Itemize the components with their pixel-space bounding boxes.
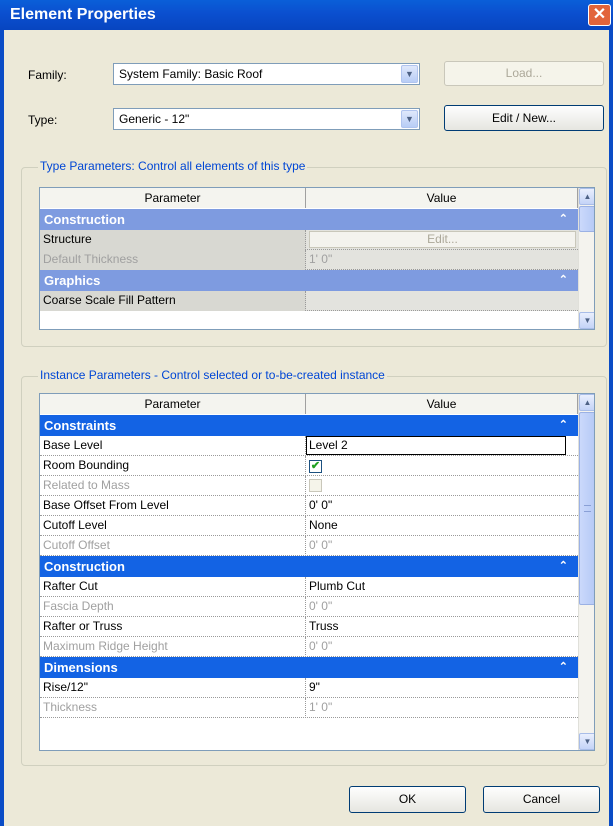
value-rafter-cut[interactable]: Plumb Cut (306, 577, 578, 597)
family-dropdown[interactable]: System Family: Basic Roof ▼ (113, 63, 420, 85)
room-bounding-checkbox[interactable]: ✔ (309, 460, 322, 473)
instance-grid-header: Parameter Value (40, 394, 578, 414)
value-rafter-or-truss[interactable]: Truss (306, 617, 578, 637)
type-parameters-grid: Parameter Value Construction ⌃ Structure… (39, 187, 595, 330)
table-row[interactable]: Cutoff Level None (40, 516, 578, 536)
related-to-mass-checkbox (309, 479, 322, 492)
type-grid-scrollbar[interactable]: ▲ ▼ (578, 188, 594, 329)
value-cutoff-level[interactable]: None (306, 516, 578, 536)
param-rise: Rise/12" (40, 678, 306, 698)
column-header-value[interactable]: Value (306, 394, 578, 414)
table-row[interactable]: Room Bounding ✔ (40, 456, 578, 476)
table-row[interactable]: Cutoff Offset 0' 0" (40, 536, 578, 556)
family-value: System Family: Basic Roof (119, 67, 263, 81)
column-header-parameter[interactable]: Parameter (40, 188, 306, 208)
param-rafter-cut: Rafter Cut (40, 577, 306, 597)
chevron-double-up-icon[interactable]: ⌃ (559, 270, 568, 291)
param-base-offset-from-level: Base Offset From Level (40, 496, 306, 516)
base-level-input[interactable]: Level 2 (306, 436, 566, 455)
column-header-parameter[interactable]: Parameter (40, 394, 306, 414)
edit-new-button[interactable]: Edit / New... (444, 105, 604, 131)
window-title: Element Properties (10, 6, 156, 23)
load-button[interactable]: Load... (444, 61, 604, 86)
scroll-thumb[interactable] (579, 206, 594, 232)
chevron-double-up-icon[interactable]: ⌃ (559, 657, 568, 678)
value-base-offset-from-level[interactable]: 0' 0" (306, 496, 578, 516)
column-header-value[interactable]: Value (306, 188, 578, 208)
chevron-double-up-icon[interactable]: ⌃ (559, 209, 568, 230)
param-thickness: Thickness (40, 698, 306, 718)
value-default-thickness: 1' 0" (309, 252, 333, 266)
scroll-down-icon[interactable]: ▼ (579, 312, 594, 329)
table-row[interactable]: Rafter Cut Plumb Cut (40, 577, 578, 597)
table-row[interactable]: Default Thickness 1' 0" (40, 250, 578, 270)
table-row[interactable]: Maximum Ridge Height 0' 0" (40, 637, 578, 657)
structure-edit-button[interactable]: Edit... (309, 231, 576, 248)
scroll-up-icon[interactable]: ▲ (579, 394, 594, 411)
instance-parameters-title: Instance Parameters - Control selected o… (38, 368, 387, 382)
chevron-down-icon[interactable]: ▼ (401, 65, 418, 83)
cancel-button[interactable]: Cancel (483, 786, 600, 813)
table-row[interactable]: Fascia Depth 0' 0" (40, 597, 578, 617)
instance-grid-scrollbar[interactable]: ▲ ▼ (578, 394, 594, 750)
param-maximum-ridge-height: Maximum Ridge Height (40, 637, 306, 657)
param-structure: Structure (40, 230, 306, 250)
table-row[interactable]: Structure Edit... (40, 230, 578, 250)
param-base-level: Base Level (40, 436, 306, 456)
param-related-to-mass: Related to Mass (40, 476, 306, 496)
table-row[interactable]: Base Offset From Level 0' 0" (40, 496, 578, 516)
value-fascia-depth: 0' 0" (309, 599, 333, 613)
group-header-constraints[interactable]: Constraints ⌃ (40, 415, 578, 436)
chevron-double-up-icon[interactable]: ⌃ (559, 415, 568, 436)
type-dropdown[interactable]: Generic - 12" ▼ (113, 108, 420, 130)
group-header-dimensions[interactable]: Dimensions ⌃ (40, 657, 578, 678)
close-icon: ✕ (592, 6, 607, 23)
chevron-down-icon[interactable]: ▼ (401, 110, 418, 128)
table-row[interactable]: Coarse Scale Fill Pattern (40, 291, 578, 311)
group-header-construction[interactable]: Construction ⌃ (40, 556, 578, 577)
table-row[interactable]: Related to Mass (40, 476, 578, 496)
param-coarse-scale-fill-pattern: Coarse Scale Fill Pattern (40, 291, 306, 311)
value-coarse-scale-fill-pattern (306, 291, 578, 311)
group-header-construction[interactable]: Construction ⌃ (40, 209, 578, 230)
type-label: Type: (28, 113, 58, 127)
table-row[interactable]: Rafter or Truss Truss (40, 617, 578, 637)
param-fascia-depth: Fascia Depth (40, 597, 306, 617)
param-default-thickness: Default Thickness (40, 250, 306, 270)
type-grid-header: Parameter Value (40, 188, 578, 208)
title-bar: Element Properties ✕ (0, 0, 613, 30)
close-button[interactable]: ✕ (588, 4, 611, 26)
value-maximum-ridge-height: 0' 0" (309, 639, 333, 653)
value-thickness: 1' 0" (309, 700, 333, 714)
scroll-up-icon[interactable]: ▲ (579, 188, 594, 205)
param-cutoff-offset: Cutoff Offset (40, 536, 306, 556)
instance-parameters-grid: Parameter Value Constraints ⌃ Base Level… (39, 393, 595, 751)
scroll-down-icon[interactable]: ▼ (579, 733, 594, 750)
table-row[interactable]: Rise/12" 9" (40, 678, 578, 698)
type-parameters-title: Type Parameters: Control all elements of… (38, 159, 308, 173)
value-cutoff-offset: 0' 0" (309, 538, 333, 552)
family-label: Family: (28, 68, 67, 82)
chevron-double-up-icon[interactable]: ⌃ (559, 556, 568, 577)
window-frame-right (609, 30, 613, 826)
type-value: Generic - 12" (119, 112, 190, 126)
value-rise[interactable]: 9" (306, 678, 578, 698)
param-room-bounding: Room Bounding (40, 456, 306, 476)
ok-button[interactable]: OK (349, 786, 466, 813)
param-cutoff-level: Cutoff Level (40, 516, 306, 536)
group-header-graphics[interactable]: Graphics ⌃ (40, 270, 578, 291)
param-rafter-or-truss: Rafter or Truss (40, 617, 306, 637)
table-row[interactable]: Base Level Level 2 (40, 436, 578, 456)
scroll-thumb[interactable] (579, 412, 594, 605)
window-frame-left (0, 30, 4, 826)
table-row[interactable]: Thickness 1' 0" (40, 698, 578, 718)
